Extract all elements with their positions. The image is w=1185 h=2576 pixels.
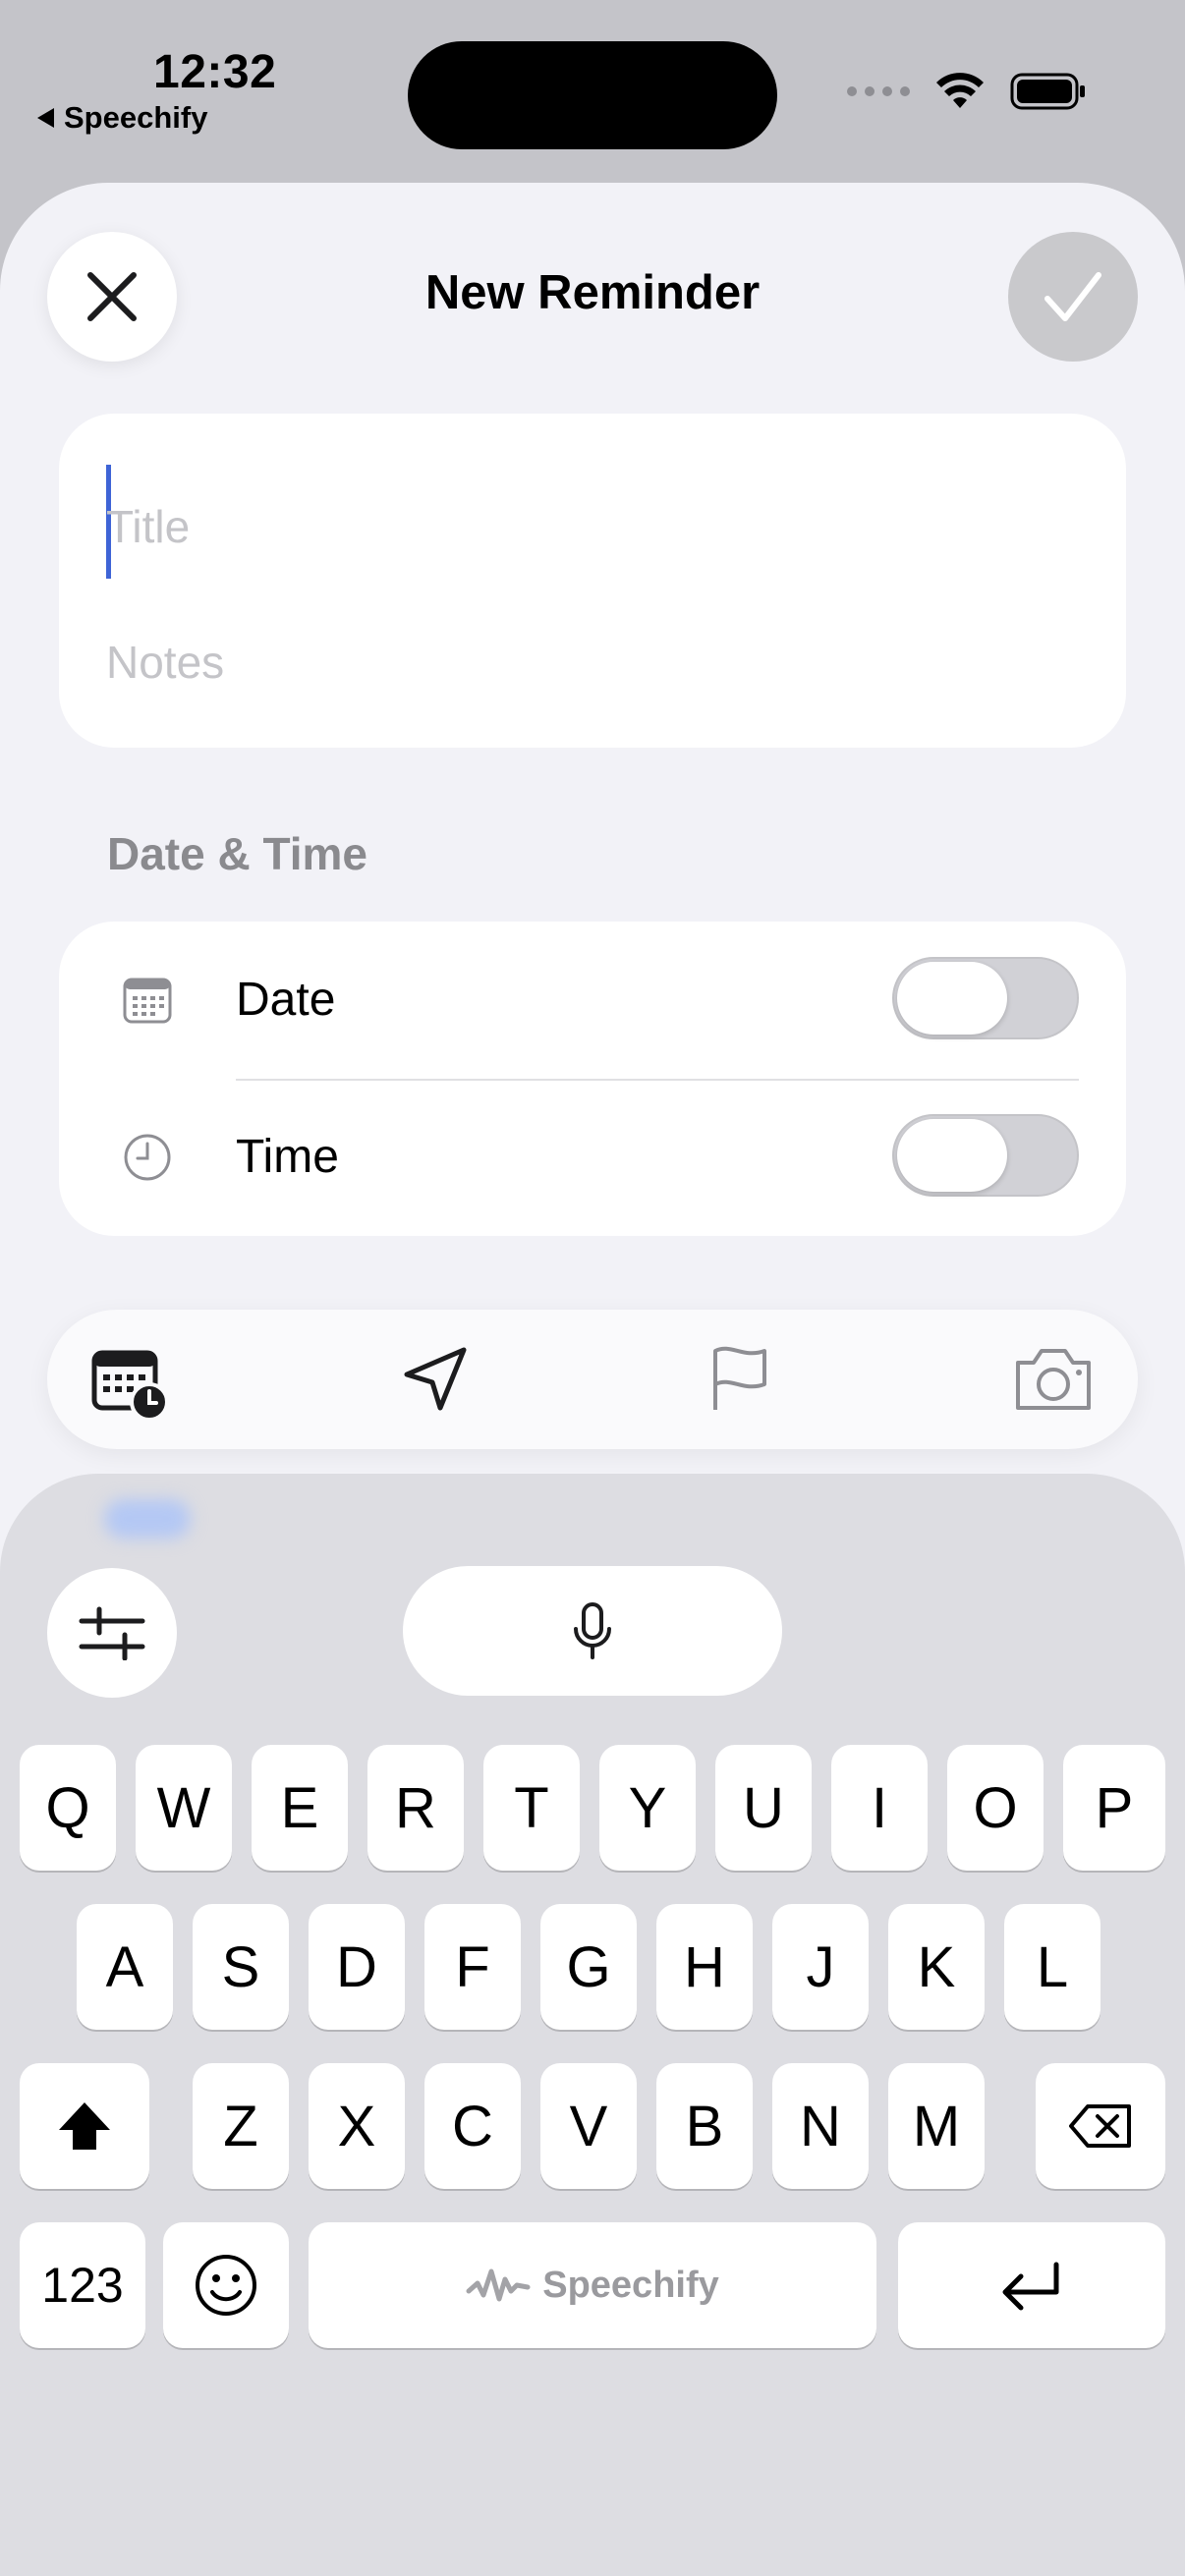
dynamic-island xyxy=(408,41,777,149)
date-toggle[interactable] xyxy=(892,957,1079,1039)
back-to-app-link[interactable]: Speechify xyxy=(37,100,207,136)
status-time: 12:32 xyxy=(153,46,277,98)
date-row-label: Date xyxy=(236,974,336,1026)
key-n[interactable]: N xyxy=(772,2063,869,2189)
microphone-icon xyxy=(574,1602,611,1659)
flag-icon[interactable] xyxy=(704,1345,778,1414)
space-key-label: Speechify xyxy=(542,2264,719,2306)
toggle-knob xyxy=(897,1119,1007,1192)
keyboard-settings-button[interactable] xyxy=(47,1568,177,1698)
status-indicators xyxy=(847,73,1087,110)
time-toggle[interactable] xyxy=(892,1114,1079,1197)
key-f[interactable]: F xyxy=(424,1904,521,2030)
space-key-branding: Speechify xyxy=(466,2265,719,2307)
checkmark-icon xyxy=(1044,272,1101,321)
numbers-key[interactable]: 123 xyxy=(20,2222,145,2348)
keyboard: Q W E R T Y U I O P A S D F G H J K L Z … xyxy=(0,1474,1185,2576)
key-d[interactable]: D xyxy=(309,1904,405,2030)
camera-icon[interactable] xyxy=(1012,1345,1095,1414)
delete-icon xyxy=(1069,2104,1131,2148)
return-key[interactable] xyxy=(898,2222,1165,2348)
key-o[interactable]: O xyxy=(947,1745,1044,1871)
key-z[interactable]: Z xyxy=(193,2063,289,2189)
delete-key[interactable] xyxy=(1036,2063,1165,2189)
date-time-icon[interactable] xyxy=(90,1347,169,1420)
time-row-label: Time xyxy=(236,1131,339,1183)
date-time-card: Date Time xyxy=(59,922,1126,1236)
new-reminder-sheet: New Reminder Title Notes Date & Time Dat… xyxy=(0,183,1185,2576)
key-l[interactable]: L xyxy=(1004,1904,1100,2030)
shift-icon xyxy=(59,2102,110,2150)
quick-toolbar xyxy=(47,1310,1138,1449)
speechify-logo-icon xyxy=(466,2268,531,2302)
date-row[interactable]: Date xyxy=(59,922,1126,1081)
key-v[interactable]: V xyxy=(540,2063,637,2189)
key-c[interactable]: C xyxy=(424,2063,521,2189)
sliders-icon xyxy=(79,1606,145,1660)
key-p[interactable]: P xyxy=(1063,1745,1165,1871)
space-key[interactable]: Speechify xyxy=(309,2222,876,2348)
battery-icon xyxy=(1010,73,1085,110)
location-icon[interactable] xyxy=(399,1345,474,1414)
key-b[interactable]: B xyxy=(656,2063,753,2189)
background-blur xyxy=(104,1499,191,1539)
signal-dots-icon xyxy=(847,86,910,96)
key-m[interactable]: M xyxy=(888,2063,985,2189)
title-notes-card: Title Notes xyxy=(59,414,1126,748)
key-x[interactable]: X xyxy=(309,2063,405,2189)
back-app-label: Speechify xyxy=(64,100,208,135)
key-h[interactable]: H xyxy=(656,1904,753,2030)
clock-icon xyxy=(124,1134,171,1181)
date-time-section-label: Date & Time xyxy=(107,828,368,879)
shift-key[interactable] xyxy=(20,2063,149,2189)
status-bar: 12:32 Speechify xyxy=(0,0,1185,182)
key-w[interactable]: W xyxy=(136,1745,232,1871)
back-arrow-icon xyxy=(37,108,54,128)
time-row[interactable]: Time xyxy=(59,1079,1126,1236)
key-g[interactable]: G xyxy=(540,1904,637,2030)
wifi-icon xyxy=(936,73,984,108)
notes-field[interactable]: Notes xyxy=(106,636,224,689)
done-button[interactable] xyxy=(1008,232,1138,362)
calendar-icon xyxy=(123,978,172,1024)
emoji-icon xyxy=(196,2255,256,2316)
key-j[interactable]: J xyxy=(772,1904,869,2030)
key-k[interactable]: K xyxy=(888,1904,985,2030)
emoji-key[interactable] xyxy=(163,2222,289,2348)
key-s[interactable]: S xyxy=(193,1904,289,2030)
title-field[interactable]: Title xyxy=(106,500,190,553)
key-e[interactable]: E xyxy=(252,1745,348,1871)
key-u[interactable]: U xyxy=(715,1745,812,1871)
key-y[interactable]: Y xyxy=(599,1745,696,1871)
key-t[interactable]: T xyxy=(483,1745,580,1871)
key-i[interactable]: I xyxy=(831,1745,928,1871)
key-r[interactable]: R xyxy=(367,1745,464,1871)
return-icon xyxy=(1002,2262,1059,2311)
toggle-knob xyxy=(897,962,1007,1035)
key-a[interactable]: A xyxy=(77,1904,173,2030)
dictation-button[interactable] xyxy=(403,1566,782,1696)
key-q[interactable]: Q xyxy=(20,1745,116,1871)
